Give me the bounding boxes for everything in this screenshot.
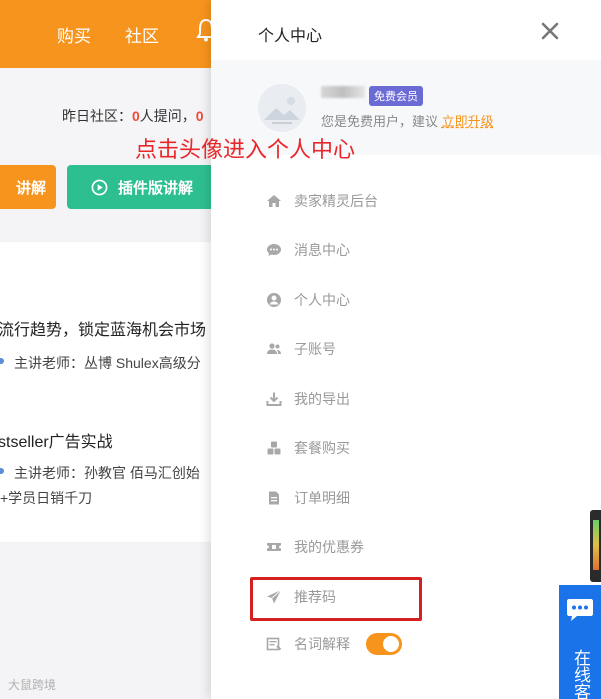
- upgrade-link[interactable]: 立即升级: [442, 114, 494, 129]
- menu-item-label: 套餐购买: [294, 440, 350, 456]
- glossary-toggle[interactable]: [366, 633, 402, 655]
- online-service-button[interactable]: 在线客: [559, 585, 601, 699]
- side-equalizer-widget[interactable]: [590, 510, 601, 582]
- stats-trailing-count: 0: [195, 108, 204, 124]
- nav-buy-link[interactable]: 购买: [57, 22, 91, 47]
- drawer-title: 个人中心: [258, 28, 323, 45]
- menu-item-label: 我的导出: [294, 391, 350, 407]
- stats-questions-label: 人提问，: [139, 108, 196, 124]
- membership-description-text: 您是免费用户，建议: [321, 114, 439, 129]
- stats-prefix: 昨日社区：: [62, 108, 132, 124]
- nav-community-link[interactable]: 社区: [125, 22, 159, 47]
- annotation-text: 点击头像进入个人中心: [135, 137, 356, 162]
- plugin-tutorial-button[interactable]: 插件版讲解: [67, 165, 227, 209]
- membership-badge: 免费会员: [369, 86, 423, 106]
- plugin-tutorial-button-label: 插件版讲解: [118, 179, 194, 197]
- menu-item-my-exports[interactable]: 我的导出: [266, 384, 350, 414]
- menu-item-my-coupons[interactable]: 我的优惠券: [266, 532, 364, 562]
- equalizer-bars-icon: [593, 520, 599, 570]
- course-title[interactable]: 流行趋势，锁定蓝海机会市场: [0, 316, 206, 340]
- menu-item-personal-center[interactable]: 个人中心: [266, 285, 350, 315]
- course-teacher: 主讲老师：孙教官 佰马汇创始: [14, 465, 200, 481]
- menu-item-label: 卖家精灵后台: [294, 193, 378, 209]
- users-icon: [267, 343, 281, 354]
- menu-item-messages[interactable]: 消息中心: [266, 235, 350, 265]
- stats-questions-count: 0: [132, 108, 140, 124]
- menu-item-label: 消息中心: [294, 242, 350, 258]
- watermark: 大鼠跨境: [8, 678, 57, 692]
- menu-item-label: 个人中心: [294, 292, 350, 308]
- user-circle-icon: [267, 293, 281, 307]
- avatar[interactable]: [258, 84, 306, 132]
- course-title[interactable]: stseller广告实战: [0, 428, 113, 452]
- menu-item-order-details[interactable]: 订单明细: [266, 483, 350, 513]
- menu-item-label: 名词解释: [294, 636, 350, 652]
- chat-icon: [567, 599, 593, 621]
- menu-item-label: 子账号: [294, 341, 336, 357]
- menu-item-glossary[interactable]: 名词解释: [266, 629, 402, 659]
- download-icon: [266, 392, 282, 406]
- close-icon[interactable]: [539, 20, 561, 42]
- glossary-icon: [266, 637, 282, 651]
- toggle-knob: [383, 636, 399, 652]
- course-teacher-extra: +学员日销千刀: [0, 490, 93, 506]
- online-service-label: 在线客: [559, 649, 601, 699]
- cubes-icon: [267, 441, 281, 455]
- document-icon: [269, 491, 279, 505]
- menu-item-label: 我的优惠券: [294, 539, 364, 555]
- menu-item-package-purchase[interactable]: 套餐购买: [266, 433, 350, 463]
- home-icon: [267, 195, 281, 207]
- avatar-placeholder-icon: [258, 84, 306, 132]
- chat-bubble-icon: [267, 244, 281, 256]
- drawer-header: 个人中心: [211, 0, 601, 60]
- tutorial-button-label: 讲解: [15, 179, 46, 197]
- menu-item-sub-accounts[interactable]: 子账号: [266, 334, 336, 364]
- community-stats: 昨日社区：0人提问，0: [62, 106, 204, 126]
- ticket-icon: [267, 543, 281, 551]
- menu-item-seller-backend[interactable]: 卖家精灵后台: [266, 186, 378, 216]
- highlight-box: [250, 577, 422, 621]
- username-redacted: [321, 86, 365, 98]
- membership-description: 您是免费用户，建议 立即升级: [321, 111, 494, 130]
- play-circle-icon: [91, 179, 108, 195]
- menu-item-label: 订单明细: [294, 490, 350, 506]
- course-teacher: 主讲老师：丛博 Shulex高级分: [14, 355, 201, 371]
- online-service-text: 在线客: [571, 649, 590, 699]
- tutorial-button[interactable]: 讲解: [0, 165, 56, 209]
